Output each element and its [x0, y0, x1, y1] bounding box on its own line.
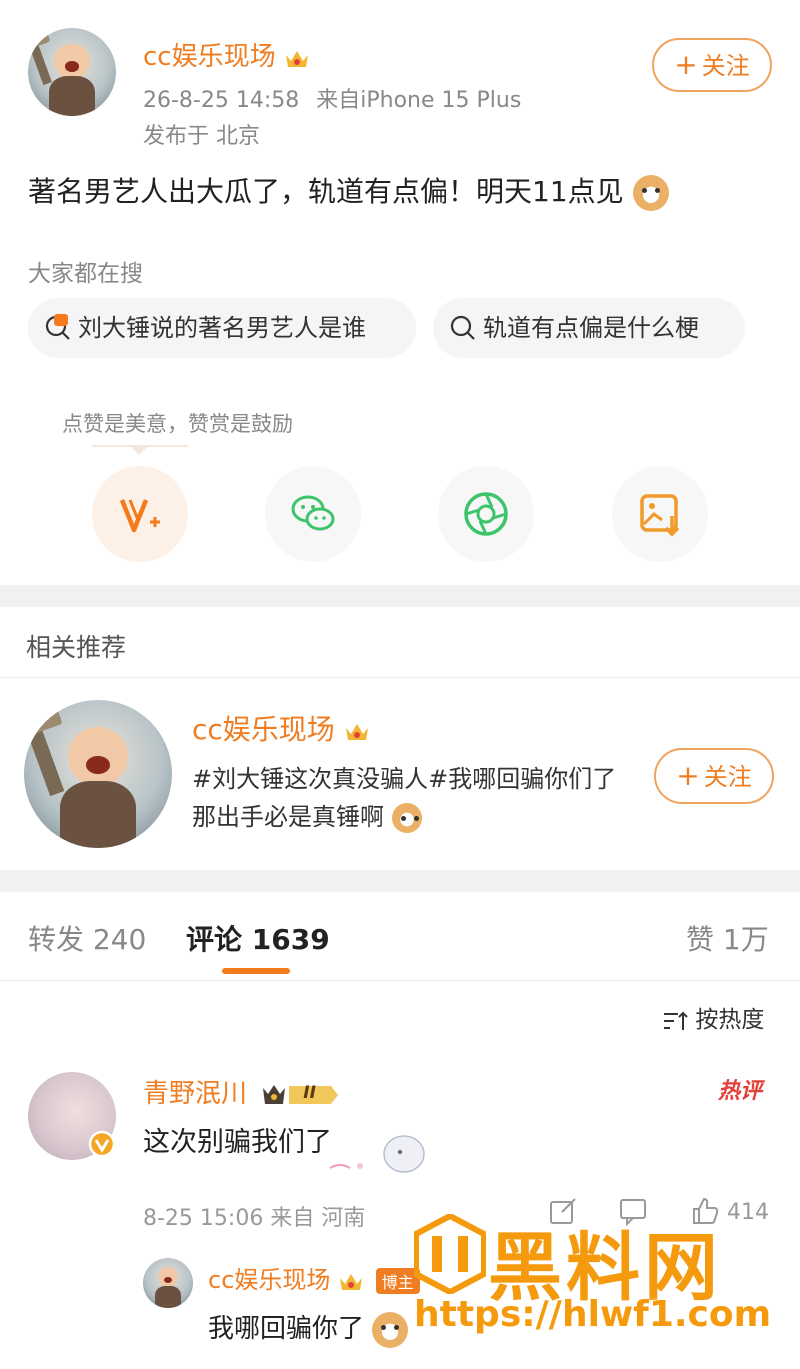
plus-icon: + — [674, 48, 698, 81]
doge-emoji-icon — [372, 1311, 409, 1348]
post-meta: 26-8-25 14:58 来自iPhone 15 Plus — [143, 82, 521, 114]
hot-comment-tag: 热评 — [718, 1079, 763, 1104]
doge-emoji-icon — [632, 175, 669, 211]
commenter-name[interactable]: 青野泯川 — [143, 1079, 247, 1109]
author-name[interactable]: cc娱乐现场 — [143, 42, 276, 72]
related-text[interactable]: #刘大锤这次真没骗人#我哪回骗你们了 那出手必是真锤啊 — [192, 760, 632, 836]
reward-button[interactable] — [92, 466, 188, 562]
avatar-body — [59, 781, 137, 848]
chip-label: 刘大锤说的著名男艺人是谁 — [78, 314, 366, 342]
related-follow-button[interactable]: + 关注 — [654, 748, 774, 804]
hammer-head-shape — [28, 30, 51, 49]
author-name-row[interactable]: cc娱乐现场 — [143, 36, 310, 73]
related-author-row[interactable]: cc娱乐现场 — [192, 708, 370, 748]
save-image-button[interactable] — [612, 466, 708, 562]
verified-badge-icon — [88, 1130, 116, 1158]
commenter-row[interactable]: 青野泯川 II — [143, 1073, 339, 1110]
searching-label: 大家都在搜 — [28, 261, 143, 287]
reward-tip: 点赞是美意，赞赏是鼓励 — [62, 412, 293, 436]
related-author-name[interactable]: cc娱乐现场 — [192, 713, 335, 746]
active-tab-indicator — [222, 968, 290, 974]
post-location: 发布于 北京 — [143, 124, 260, 149]
share-wechat-button[interactable] — [265, 466, 361, 562]
watermark: 黑料网 https://hlwf1.com — [404, 1208, 800, 1369]
search-icon — [450, 315, 475, 340]
crown-icon — [285, 50, 308, 67]
reward-icon — [119, 499, 160, 533]
elephant-sticker-icon — [329, 1135, 425, 1173]
wechat-icon — [291, 495, 335, 531]
comment-text: 这次别骗我们了 — [143, 1127, 332, 1158]
save-image-icon — [640, 494, 680, 537]
sort-icon — [664, 1011, 688, 1030]
level-badge-icon — [263, 1084, 339, 1104]
post-card: cc娱乐现场 26-8-25 14:58 来自iPhone 15 Plus 发布… — [0, 0, 800, 585]
post-text: 著名男艺人出大瓜了，轨道有点偏！明天11点见 — [28, 175, 624, 208]
moments-icon — [464, 492, 508, 536]
reply-text-content: 我哪回骗你了 — [208, 1314, 365, 1344]
avatar-body — [155, 1285, 181, 1308]
reply-author-row[interactable]: cc娱乐现场 博主 — [208, 1260, 420, 1295]
post-time: 26-8-25 14:58 — [143, 88, 300, 113]
watermark-url: https://hlwf1.com — [414, 1294, 772, 1335]
hot-search-chip-2[interactable]: 轨道有点偏是什么梗 — [433, 298, 745, 358]
related-title: 相关推荐 — [26, 633, 127, 662]
reply-author-name[interactable]: cc娱乐现场 — [208, 1266, 330, 1294]
section-separator — [0, 585, 800, 607]
sort-button[interactable]: 按热度 — [662, 1000, 764, 1034]
divider — [0, 980, 800, 981]
share-moments-button[interactable] — [438, 466, 534, 562]
crown-icon — [340, 1274, 363, 1290]
level-text: II — [303, 1082, 316, 1103]
post-content: 著名男艺人出大瓜了，轨道有点偏！明天11点见 — [28, 170, 669, 211]
watermark-logo-icon — [414, 1214, 486, 1294]
level-badge: II — [261, 1082, 339, 1108]
avatar-mouth — [164, 1277, 172, 1283]
follow-label: 关注 — [701, 52, 750, 80]
avatar-mouth — [86, 756, 110, 774]
reply-text: 我哪回骗你了 — [208, 1308, 409, 1348]
hot-search-icon — [45, 314, 70, 340]
tab-comments[interactable]: 评论 1639 — [186, 918, 330, 958]
hot-search-chip-1[interactable]: 刘大锤说的著名男艺人是谁 — [28, 298, 416, 358]
sort-label: 按热度 — [695, 1007, 765, 1033]
post-source: 来自iPhone 15 Plus — [316, 88, 522, 113]
section-separator — [0, 870, 800, 892]
related-author-avatar[interactable] — [24, 700, 172, 848]
hammer-head-shape — [24, 703, 63, 735]
crown-icon — [345, 724, 368, 740]
avatar-body — [49, 76, 95, 116]
reply-author-avatar[interactable] — [143, 1258, 193, 1308]
avatar-mouth — [64, 61, 80, 72]
tab-likes[interactable]: 赞 1万 — [686, 918, 769, 958]
divider — [0, 677, 800, 678]
doge-emoji-icon — [391, 803, 422, 833]
chip-label: 轨道有点偏是什么梗 — [483, 314, 699, 342]
comment-meta: 8-25 15:06 来自 河南 — [143, 1206, 366, 1231]
author-avatar[interactable] — [28, 28, 116, 116]
follow-button[interactable]: + 关注 — [652, 38, 772, 92]
plus-icon: + — [676, 759, 700, 792]
tab-repost[interactable]: 转发 240 — [28, 918, 146, 958]
follow-label: 关注 — [703, 763, 752, 791]
tip-caret — [129, 445, 149, 455]
